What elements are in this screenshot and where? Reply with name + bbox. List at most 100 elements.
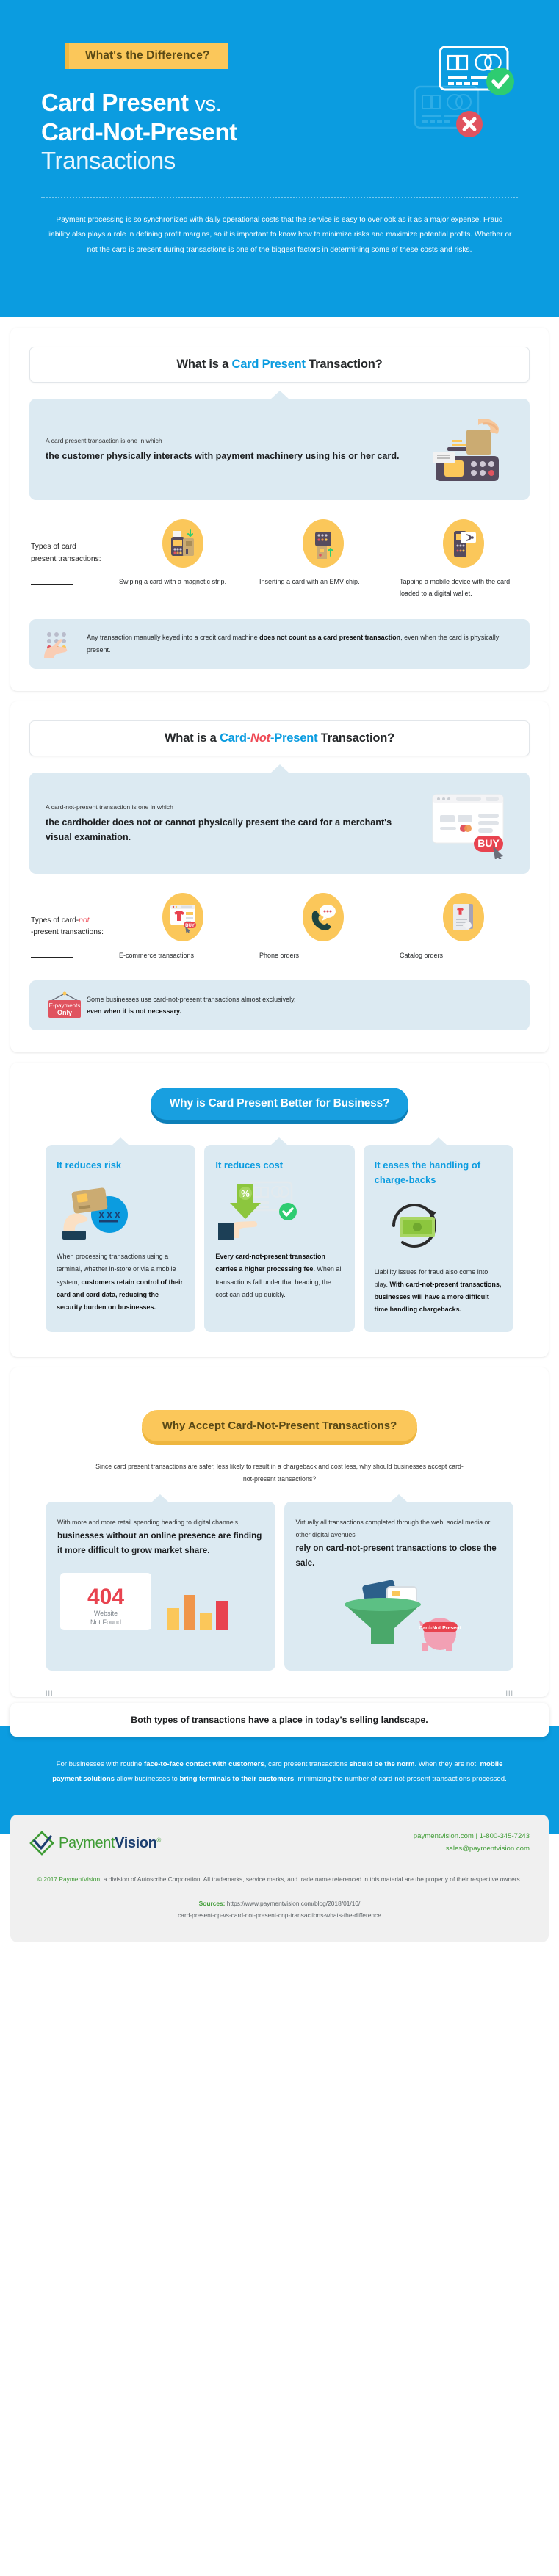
epayments-only-sign-icon: E-payments Only bbox=[43, 991, 81, 1020]
tick-right: III bbox=[505, 1690, 513, 1698]
type-caption-swipe: Swiping a card with a magnetic strip. bbox=[119, 578, 227, 585]
error-404-sub2: Not Found bbox=[90, 1618, 121, 1626]
heading-accent: Card Present bbox=[231, 358, 306, 371]
ecommerce-browser-buy-icon: BUY bbox=[162, 892, 203, 941]
conclusion-banner: Both types of transactions have a place … bbox=[10, 1703, 549, 1737]
why-cp-cta-wrap: Why is Card Present Better for Business? bbox=[29, 1068, 530, 1125]
card-not-present-badge-label: Card-Not Present bbox=[419, 1626, 461, 1631]
card-not-present-section: What is a Card-Not-Present Transaction? … bbox=[0, 690, 559, 1053]
benefit-heading-chargebacks: It eases the handling of charge-backs bbox=[374, 1159, 481, 1186]
hand-keypad-icon bbox=[43, 629, 76, 659]
close-sale-strong: rely on card-not-present transactions to… bbox=[295, 1543, 497, 1568]
close-sale-lead: Virtually all transactions completed thr… bbox=[295, 1519, 491, 1538]
card-not-present-heading: What is a Card-Not-Present Transaction? bbox=[29, 720, 530, 756]
tick-left: III bbox=[46, 1690, 54, 1698]
svg-text:%: % bbox=[242, 1188, 250, 1199]
heading-suffix: Transaction? bbox=[305, 358, 383, 371]
cnp-reason-card-market-share: With more and more retail spending headi… bbox=[46, 1494, 275, 1671]
benefit-body-risk: When processing transactions using a ter… bbox=[57, 1251, 184, 1313]
benefit-cards: It reduces risk x x x When processing tr… bbox=[29, 1124, 530, 1335]
cnp-heading-prefix: What is a bbox=[164, 731, 220, 745]
error-404-sub1: Website bbox=[94, 1610, 118, 1617]
type-caption-phone: Phone orders bbox=[259, 951, 300, 959]
footer-email[interactable]: sales@paymentvision.com bbox=[414, 1843, 530, 1856]
definition-lead: A card present transaction is one in whi… bbox=[46, 437, 162, 445]
definition-main: the customer physically interacts with p… bbox=[46, 451, 400, 462]
why-accept-cnp-cta[interactable]: Why Accept Card-Not-Present Transactions… bbox=[141, 1409, 418, 1441]
phone-order-icon bbox=[302, 892, 344, 941]
manual-key-note-text: Any transaction manually keyed into a cr… bbox=[87, 632, 516, 656]
error-404-chart-icon: 404 Website Not Found bbox=[57, 1567, 264, 1643]
infographic-page: What's the Difference? Card Present vs. … bbox=[0, 0, 559, 1942]
why-card-present-cta[interactable]: Why is Card Present Better for Business? bbox=[150, 1088, 409, 1121]
benefit-heading-cost: It reduces cost bbox=[215, 1159, 284, 1171]
cnp-types-label: Types of card-not -present transactions: bbox=[31, 893, 118, 959]
note-bold: does not count as a card present transac… bbox=[259, 633, 401, 641]
sources-url-line1[interactable]: https://www.paymentvision.com/blog/2018/… bbox=[225, 1900, 361, 1907]
blue-footer-paragraph: For businesses with routine face-to-face… bbox=[51, 1757, 508, 1787]
legal-rest: , a division of Autoscribe Corporation. … bbox=[100, 1875, 522, 1884]
cnp-types-label-em: not bbox=[79, 916, 90, 925]
type-item-tap: Tapping a mobile device with the card lo… bbox=[398, 519, 528, 600]
why-accept-cnp-section: Why Accept Card-Not-Present Transactions… bbox=[0, 1356, 559, 1698]
benefit-body-chargebacks: Liability issues for fraud also come int… bbox=[375, 1266, 502, 1316]
why-cnp-subquestion: Since card present transactions are safe… bbox=[95, 1462, 464, 1483]
svg-text:BUY: BUY bbox=[477, 837, 500, 849]
type-item-swipe: Swiping a card with a magnetic strip. bbox=[118, 519, 248, 600]
card-present-heading: What is a Card Present Transaction? bbox=[29, 347, 530, 383]
footer-legal: © 2017 PaymentVision, a division of Auto… bbox=[29, 1873, 530, 1885]
paymentvision-diamond-icon bbox=[29, 1831, 54, 1856]
card-present-panel: What is a Card Present Transaction? A ca… bbox=[10, 328, 549, 691]
card-present-section: What is a Card Present Transaction? A ca… bbox=[0, 317, 559, 691]
cnp-types-underline bbox=[31, 957, 73, 959]
why-accept-cnp-panel: Why Accept Card-Not-Present Transactions… bbox=[10, 1367, 549, 1698]
type-item-ecommerce: BUY E-commerce transactions bbox=[118, 892, 248, 962]
legal-company: 2017 PaymentVision bbox=[42, 1875, 101, 1884]
benefit-body-cost: Every card-not-present transaction carri… bbox=[215, 1251, 343, 1300]
type-caption-tap: Tapping a mobile device with the card lo… bbox=[400, 578, 511, 597]
emv-chip-insert-icon bbox=[302, 519, 344, 568]
bf-pre: For businesses with routine bbox=[56, 1760, 145, 1769]
market-share-lead: With more and more retail spending headi… bbox=[57, 1519, 240, 1527]
hero-intro-paragraph: Payment processing is so synchronized wi… bbox=[47, 216, 512, 254]
cnp-heading-suffix: Transaction? bbox=[317, 731, 395, 745]
types-label-line2: present transactions: bbox=[31, 554, 101, 563]
title-card-not-present: Card-Not-Present bbox=[41, 117, 237, 145]
market-share-strong: businesses without an online presence ar… bbox=[57, 1530, 262, 1556]
type-item-catalog: Catalog orders bbox=[398, 892, 528, 962]
logo-part-vision: Vision bbox=[115, 1834, 157, 1851]
card-swipe-terminal-icon bbox=[162, 519, 203, 568]
footer-sources: Sources: https://www.paymentvision.com/b… bbox=[29, 1897, 530, 1922]
cnp-heading-accent-not: Not bbox=[250, 731, 270, 745]
manual-key-note: Any transaction manually keyed into a cr… bbox=[29, 618, 530, 669]
hero-cards-illustration bbox=[411, 41, 528, 144]
cnp-definition-main: the cardholder does not or cannot physic… bbox=[46, 817, 392, 842]
footer-phone-site[interactable]: paymentvision.com | 1-800-345-7243 bbox=[414, 1831, 530, 1843]
percent-discount-card-icon: % bbox=[215, 1179, 343, 1242]
title-transactions: Transactions bbox=[41, 146, 176, 174]
bf-mid1: , card present transactions bbox=[264, 1760, 350, 1769]
paymentvision-logo: PaymentVision® bbox=[29, 1831, 161, 1856]
why-card-present-section: Why is Card Present Better for Business?… bbox=[0, 1052, 559, 1357]
type-item-phone: Phone orders bbox=[258, 892, 388, 962]
pos-terminal-hand-illustration bbox=[425, 415, 513, 485]
cnp-definition-lead: A card-not-present transaction is one in… bbox=[46, 803, 173, 811]
footer-contact: paymentvision.com | 1-800-345-7243 sales… bbox=[414, 1831, 530, 1856]
svg-text:x x x: x x x bbox=[99, 1209, 121, 1220]
logo-trademark: ® bbox=[156, 1837, 161, 1844]
bf-b2: should be the norm bbox=[349, 1760, 415, 1769]
footer-card: PaymentVision® paymentvision.com | 1-800… bbox=[10, 1815, 549, 1942]
online-checkout-buy-illustration: BUY bbox=[425, 789, 513, 859]
cnp-note-bold: even when it is not necessary. bbox=[87, 1007, 181, 1016]
type-item-emv: Inserting a card with an EMV chip. bbox=[258, 519, 388, 600]
cnp-types-label-pre: Types of card- bbox=[31, 916, 79, 925]
bf-mid3: allow businesses to bbox=[115, 1775, 180, 1784]
note-prefix: Any transaction manually keyed into a cr… bbox=[87, 633, 260, 641]
epayments-only-note-text: Some businesses use card-not-present tra… bbox=[87, 994, 295, 1018]
cost-body-bold: Every card-not-present transaction carri… bbox=[215, 1253, 325, 1273]
catalog-order-icon bbox=[442, 892, 484, 941]
cnp-note-prefix: Some businesses use card-not-present tra… bbox=[87, 995, 296, 1003]
epayments-badge-line1: E-payments bbox=[49, 1002, 81, 1009]
sources-url-line2[interactable]: card-present-cp-vs-card-not-present-cnp-… bbox=[178, 1911, 381, 1919]
title-card-present: Card Present bbox=[41, 89, 189, 116]
